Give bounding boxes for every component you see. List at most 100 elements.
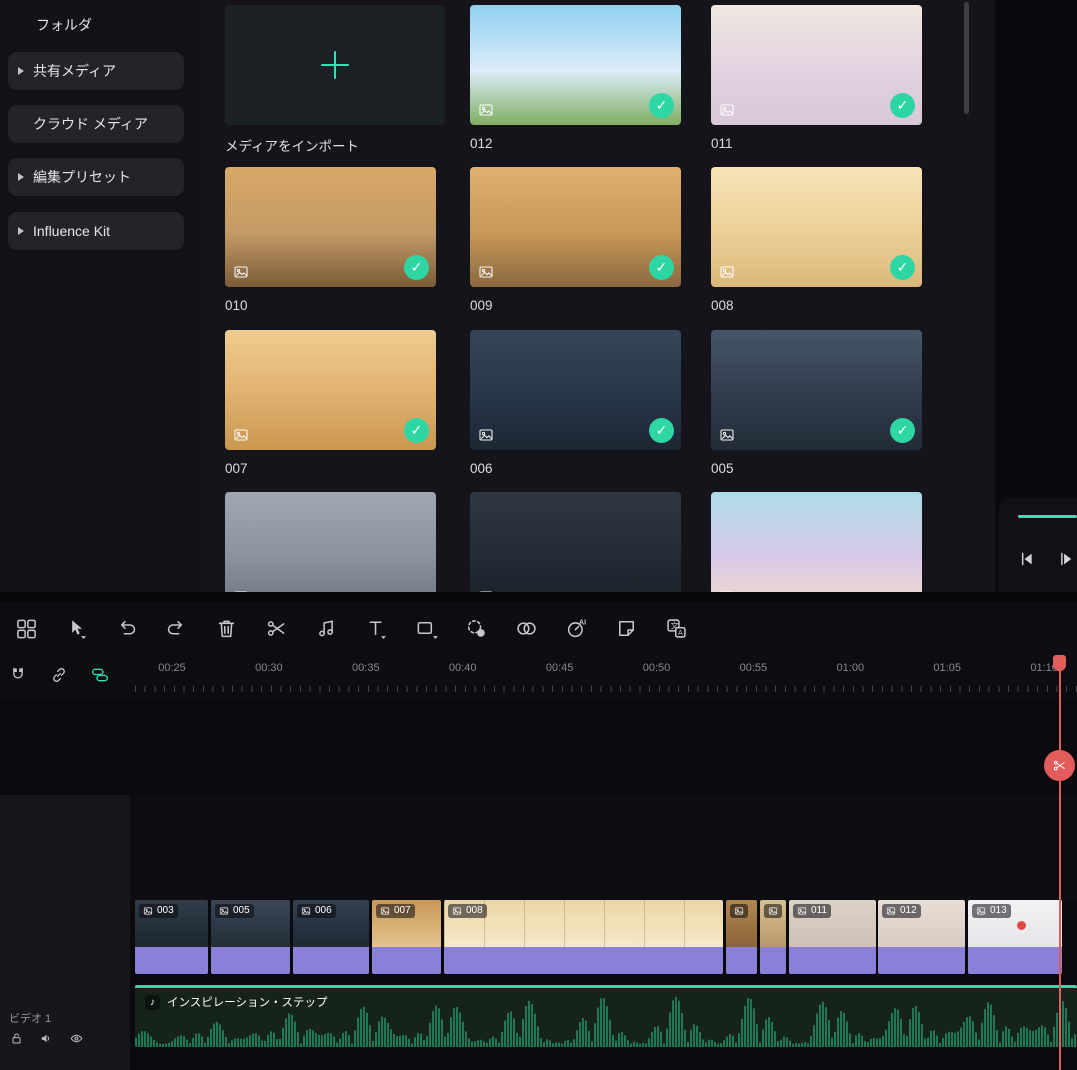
audio-clip[interactable]: ♪ インスピレーション・ステップ [135,985,1077,1047]
playhead-split-button[interactable] [1044,750,1075,781]
image-icon [219,906,229,916]
previous-frame-button[interactable] [1017,548,1039,570]
shapes-button[interactable] [405,610,448,648]
selected-check-icon[interactable]: ✓ [404,255,429,280]
scrollbar-thumb[interactable] [964,2,969,114]
timeline-ruler[interactable]: 00:25 00:30 00:35 00:40 00:45 00:50 00:55 01:00… [0,655,1077,700]
media-card-011[interactable]: ✓ 011 [711,5,922,151]
auto-ripple-button[interactable] [90,665,110,685]
sidebar-item-3[interactable]: 編集プリセット [8,158,184,196]
audio-button[interactable] [305,610,348,648]
media-card-010[interactable]: ✓ 010 [225,167,436,313]
text-button[interactable] [355,610,398,648]
video-clip-006[interactable]: 006 [293,900,369,974]
selected-check-icon[interactable]: ✓ [404,418,429,443]
selected-check-icon[interactable]: ✓ [649,255,674,280]
media-thumbnail[interactable] [711,492,922,592]
ruler-tick-label: 01:00 [836,662,865,674]
video-clip-012[interactable]: 012 [878,900,965,974]
media-thumbnail[interactable] [470,492,681,592]
ai-speed-button[interactable]: AI [555,610,598,648]
magnet-button[interactable] [8,665,28,685]
media-thumbnail[interactable]: ✓ [711,167,922,287]
ruler-tick-label: 00:30 [255,662,283,674]
media-card[interactable] [225,492,436,592]
media-thumbnail[interactable]: ✓ [470,330,681,450]
media-card[interactable] [711,492,922,592]
video-clip[interactable] [726,900,757,974]
sidebar-item-0[interactable]: フォルダ [8,6,184,44]
sidebar-item-label: Influence Kit [33,223,111,239]
video-clip-008[interactable]: 008 [444,900,723,974]
sidebar-item-4[interactable]: Influence Kit [8,212,184,250]
video-clip-013[interactable]: 013 [968,900,1062,974]
image-icon [478,264,494,280]
import-media-tile[interactable] [225,5,445,125]
media-thumbnail[interactable] [225,492,436,592]
media-card-008[interactable]: ✓ 008 [711,167,922,313]
media-card-005[interactable]: ✓ 005 [711,330,922,476]
sidebar-item-label: クラウド メディア [33,116,148,132]
speaker-toggle[interactable] [39,1031,54,1046]
timeline-tools [8,665,110,685]
import-media-label: メディアをインポート [225,139,360,154]
playhead-line[interactable] [1059,657,1061,1070]
media-thumbnail[interactable]: ✓ [711,330,922,450]
clip-duration-bar [878,947,965,974]
undo-button[interactable] [105,610,148,648]
delete-button[interactable] [205,610,248,648]
image-icon [143,906,153,916]
media-card[interactable] [470,492,681,592]
media-thumbnail[interactable]: ✓ [470,5,681,125]
media-layout-icon [15,617,38,640]
clip-thumbnail: 012 [878,900,965,947]
keyframe-dot[interactable] [1017,921,1026,930]
media-thumbnail[interactable]: ✓ [470,167,681,287]
selected-check-icon[interactable]: ✓ [890,255,915,280]
media-card-007[interactable]: ✓ 007 [225,330,436,476]
clip-label: 006 [297,904,336,918]
next-frame-button[interactable] [1056,548,1077,570]
select-button[interactable] [55,610,98,648]
sidebar-item-2[interactable]: クラウド メディア [8,105,184,143]
redo-button[interactable] [155,610,198,648]
mask-button[interactable] [455,610,498,648]
selected-check-icon[interactable]: ✓ [890,418,915,443]
ruler-tick-label: 00:40 [448,662,477,674]
sticker-button[interactable] [605,610,648,648]
image-icon [719,589,735,592]
ruler-tick-label: 00:55 [739,662,768,674]
media-thumbnail[interactable]: ✓ [225,330,436,450]
video-clip-005[interactable]: 005 [211,900,290,974]
selected-check-icon[interactable]: ✓ [890,93,915,118]
clip-duration-bar [760,947,786,974]
media-layout-button[interactable] [5,610,48,648]
split-button[interactable] [255,610,298,648]
eye-toggle[interactable] [69,1031,84,1046]
media-thumbnail[interactable]: ✓ [711,5,922,125]
selected-check-icon[interactable]: ✓ [649,418,674,443]
media-card-012[interactable]: ✓ 012 [470,5,681,151]
link-button[interactable] [49,665,69,685]
magnet-icon [8,667,28,689]
lock-toggle[interactable] [9,1031,24,1046]
sidebar-item-label: 共有メディア [33,63,117,79]
effects-button[interactable] [505,610,548,648]
media-card-009[interactable]: ✓ 009 [470,167,681,313]
video-clip[interactable] [760,900,786,974]
media-thumbnail[interactable]: ✓ [225,167,436,287]
shapes-icon [415,617,438,640]
selected-check-icon[interactable]: ✓ [649,93,674,118]
video-clip-007[interactable]: 007 [372,900,441,974]
translate-button[interactable]: 文A [655,610,698,648]
media-card-label: 010 [225,298,248,313]
clip-label: 011 [793,904,831,918]
playhead-handle[interactable] [1053,655,1066,671]
preview-progress-bar[interactable] [1018,515,1077,518]
media-card-006[interactable]: ✓ 006 [470,330,681,476]
clip-duration-bar [789,947,876,974]
sidebar-item-1[interactable]: 共有メディア [8,52,184,90]
media-card-label: 011 [711,136,733,151]
video-clip-011[interactable]: 011 [789,900,876,974]
video-clip-003[interactable]: 003 [135,900,208,974]
